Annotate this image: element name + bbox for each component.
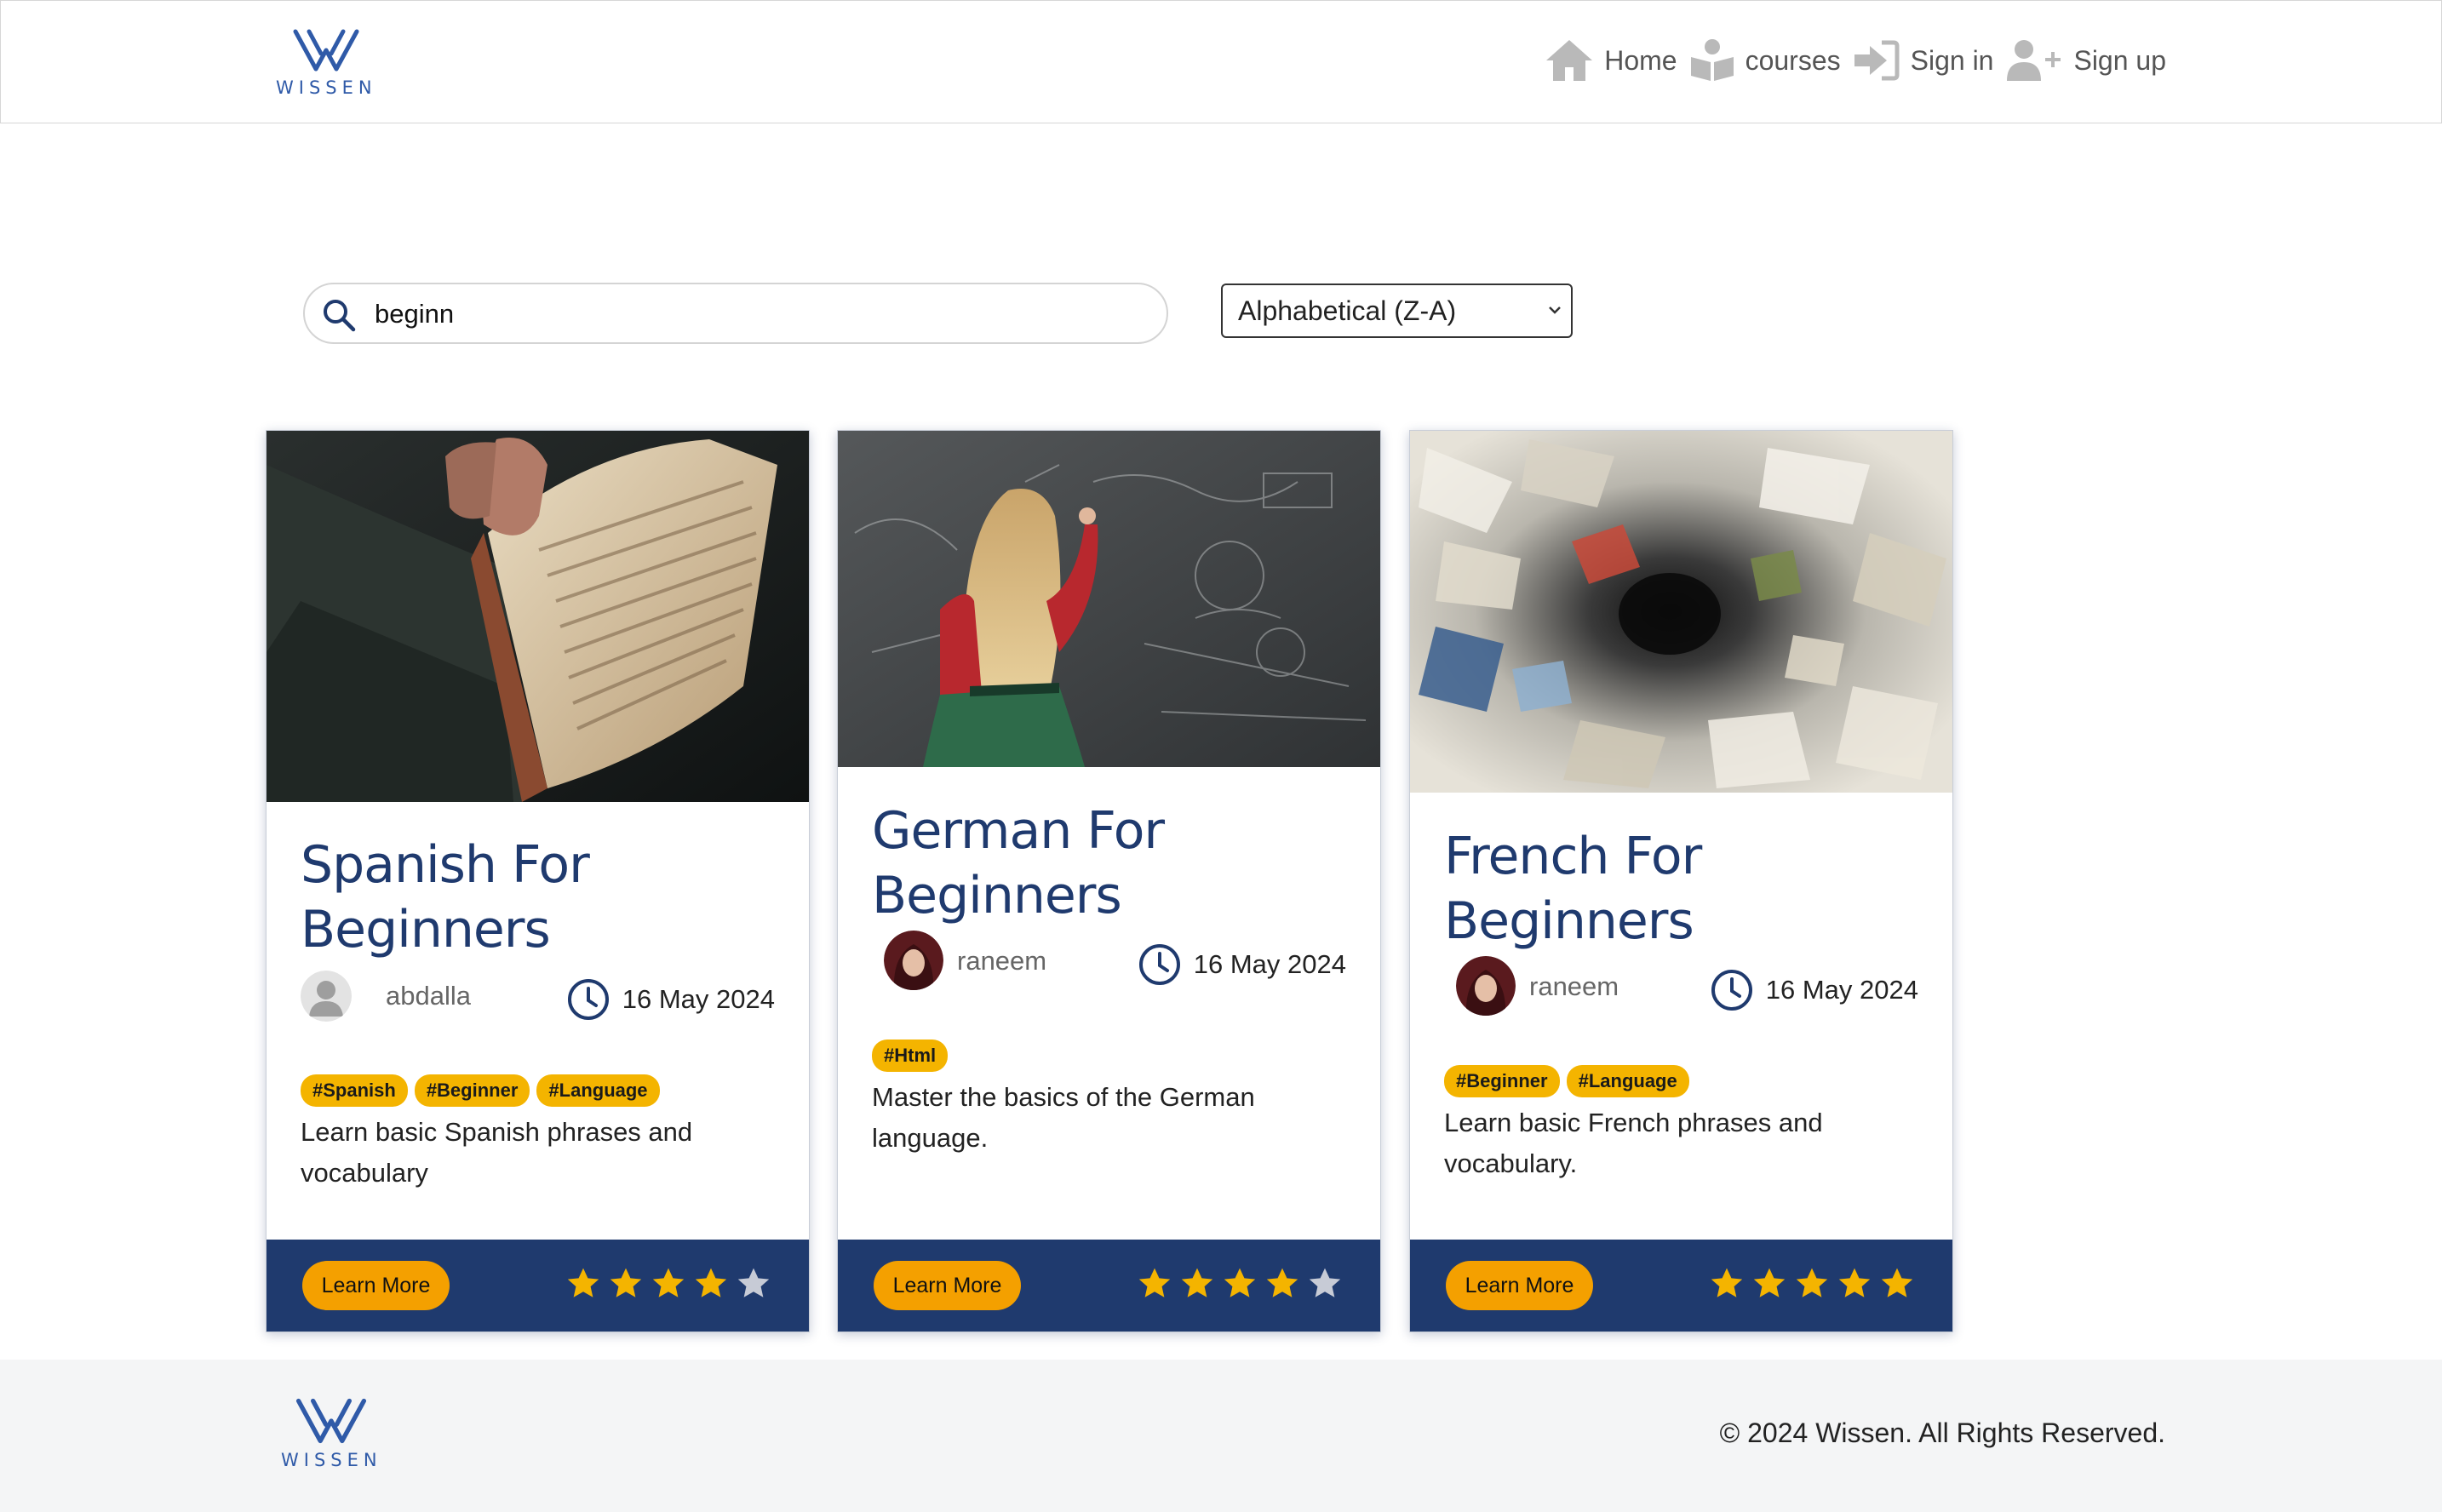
nav-courses[interactable]: courses [1689, 38, 1841, 83]
clock-icon [1711, 970, 1752, 1011]
default-avatar-icon [301, 971, 352, 1022]
chevron-down-icon [1549, 306, 1561, 314]
search-bar [303, 283, 1168, 344]
nav-home[interactable]: Home [1545, 38, 1677, 83]
tag-badge[interactable]: #Beginner [414, 1074, 530, 1107]
courses-icon [1690, 39, 1734, 81]
tag-badge[interactable]: #Html [872, 1040, 949, 1072]
star-filled-icon [610, 1268, 642, 1297]
author-avatar [884, 931, 943, 990]
learn-more-button[interactable]: Learn More [874, 1261, 1021, 1310]
nav-sign-up[interactable]: Sign up [2005, 38, 2166, 83]
tag-list: #Spanish #Beginner #Language [301, 1074, 660, 1107]
author-name: raneem [957, 946, 1047, 976]
card-footer: Learn More [1410, 1240, 1952, 1332]
author-avatar [301, 971, 352, 1022]
course-title[interactable]: German For Beginners [872, 799, 1349, 928]
course-title[interactable]: Spanish For Beginners [301, 833, 777, 962]
star-filled-icon [652, 1268, 685, 1297]
date-text: 16 May 2024 [1765, 975, 1918, 1005]
tag-list: #Html [872, 1040, 949, 1072]
date-text: 16 May 2024 [622, 984, 775, 1014]
course-meta: raneem 16 May 2024 [1444, 956, 1918, 1016]
star-empty-icon [737, 1268, 770, 1297]
star-filled-icon [1224, 1268, 1256, 1297]
course-card: German For Beginners raneem 16 May 2024 … [837, 430, 1381, 1332]
course-image [267, 431, 809, 802]
user-plus-icon [2007, 40, 2061, 81]
footer-logo[interactable]: WISSEN [281, 1394, 382, 1470]
sort-select[interactable]: Alphabetical (Z-A) [1221, 284, 1573, 338]
course-card: Spanish For Beginners abdalla 16 May 202… [266, 430, 810, 1332]
logo-mark-icon [296, 1398, 367, 1444]
course-image [1410, 431, 1952, 793]
clock-icon [1138, 944, 1180, 985]
brand-wordmark: WISSEN [281, 1450, 382, 1470]
nav-sign-in-label: Sign in [1910, 44, 1994, 76]
star-filled-icon [1838, 1268, 1871, 1297]
brand-logo[interactable]: WISSEN [276, 25, 377, 98]
star-filled-icon [1796, 1268, 1828, 1297]
star-filled-icon [695, 1268, 727, 1297]
home-icon [1546, 40, 1593, 81]
star-filled-icon [1753, 1268, 1786, 1297]
course-date: 16 May 2024 [1710, 968, 1918, 1012]
course-meta: raneem 16 May 2024 [872, 931, 1346, 990]
main-nav: Home courses Sign in Sign up [1545, 35, 2166, 86]
star-rating [1709, 1266, 1915, 1302]
course-description: Master the basics of the German language… [872, 1082, 1255, 1153]
book-vortex-photo [1410, 431, 1952, 793]
user-photo-icon [1456, 956, 1516, 1016]
tag-badge[interactable]: #Language [536, 1074, 660, 1107]
course-date: 16 May 2024 [1138, 942, 1346, 987]
top-navbar: WISSEN Home courses Sign in Sign up [0, 0, 2442, 123]
girl-at-chalkboard-photo [838, 431, 1380, 767]
user-photo-icon [884, 931, 943, 990]
sign-in-icon [1854, 40, 1900, 81]
sort-selected-value: Alphabetical (Z-A) [1238, 295, 1457, 326]
page-footer: WISSEN © 2024 Wissen. All Rights Reserve… [0, 1360, 2442, 1512]
star-filled-icon [1881, 1268, 1913, 1297]
tag-badge[interactable]: #Language [1566, 1065, 1689, 1097]
nav-sign-in[interactable]: Sign in [1853, 39, 1994, 82]
search-icon[interactable] [322, 298, 356, 332]
course-meta: abdalla 16 May 2024 [301, 971, 775, 1022]
author-name: abdalla [386, 981, 471, 1011]
tag-badge[interactable]: #Spanish [301, 1074, 408, 1107]
star-filled-icon [1138, 1268, 1171, 1297]
nav-courses-label: courses [1745, 44, 1841, 76]
nav-sign-up-label: Sign up [2073, 44, 2166, 76]
star-filled-icon [567, 1268, 599, 1297]
copyright-text: © 2024 Wissen. All Rights Reserved. [1719, 1418, 2165, 1448]
author-name: raneem [1529, 971, 1619, 1001]
star-empty-icon [1309, 1268, 1341, 1297]
brand-wordmark: WISSEN [276, 77, 377, 98]
course-title[interactable]: French For Beginners [1444, 824, 1921, 954]
person-holding-book-photo [267, 431, 809, 802]
star-rating [1137, 1266, 1343, 1302]
clock-icon [567, 979, 609, 1020]
course-image [838, 431, 1380, 767]
date-text: 16 May 2024 [1193, 949, 1346, 979]
card-footer: Learn More [267, 1240, 809, 1332]
star-filled-icon [1181, 1268, 1213, 1297]
author-avatar [1456, 956, 1516, 1016]
card-footer: Learn More [838, 1240, 1380, 1332]
learn-more-button[interactable]: Learn More [1446, 1261, 1593, 1310]
star-rating [565, 1266, 771, 1302]
course-description: Learn basic French phrases and vocabular… [1444, 1108, 1823, 1178]
learn-more-button[interactable]: Learn More [302, 1261, 450, 1310]
logo-mark-icon [293, 29, 359, 72]
star-filled-icon [1266, 1268, 1298, 1297]
tag-badge[interactable]: #Beginner [1444, 1065, 1560, 1097]
star-filled-icon [1711, 1268, 1743, 1297]
tag-list: #Beginner #Language [1444, 1065, 1689, 1097]
course-date: 16 May 2024 [566, 977, 775, 1022]
nav-home-label: Home [1604, 44, 1677, 76]
search-input[interactable] [373, 295, 1143, 334]
course-description: Learn basic Spanish phrases and vocabula… [301, 1117, 693, 1188]
course-card: French For Beginners raneem 16 May 2024 … [1409, 430, 1953, 1332]
